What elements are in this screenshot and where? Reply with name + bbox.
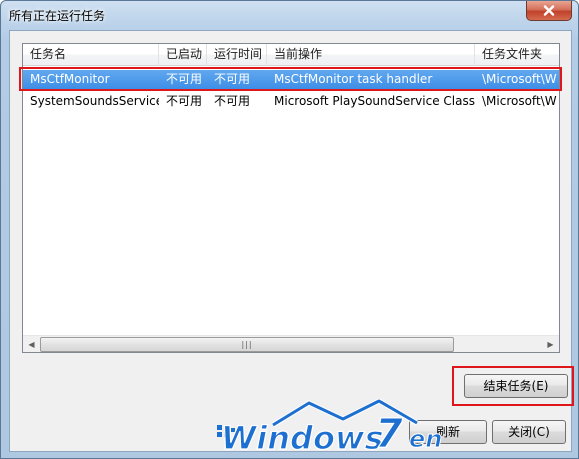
- running-tasks-list[interactable]: 任务名 已启动 运行时间 当前操作 任务文件夹 MsCtfMonitor 不可用…: [22, 43, 560, 353]
- column-header-started[interactable]: 已启动: [159, 44, 207, 66]
- cell-task-name: SystemSoundsService: [30, 94, 159, 108]
- dialog-window: 所有正在运行任务 任务名 已启动 运行时间 当前操作 任务文件夹 MsCtfMo…: [0, 0, 579, 459]
- logo-text: Windows: [221, 419, 384, 457]
- column-header-task-folder[interactable]: 任务文件夹: [475, 44, 559, 66]
- cell-current-action: MsCtfMonitor task handler: [274, 72, 433, 86]
- cell-started: 不可用: [166, 94, 203, 108]
- column-header-task-name[interactable]: 任务名: [23, 44, 159, 66]
- cell-task-folder: \Microsoft\W: [482, 72, 557, 86]
- windows7en-logo: Windows 7 en: [217, 399, 443, 457]
- scroll-left-arrow-icon[interactable]: ◀: [23, 336, 40, 352]
- table-row[interactable]: SystemSoundsService 不可用 不可用 Microsoft Pl…: [23, 92, 559, 112]
- scrollbar-grip-icon: |||: [241, 339, 253, 349]
- dialog-client-area: 任务名 已启动 运行时间 当前操作 任务文件夹 MsCtfMonitor 不可用…: [9, 30, 572, 452]
- cell-started: 不可用: [166, 72, 203, 86]
- logo-seven: 7: [375, 411, 403, 457]
- list-header: 任务名 已启动 运行时间 当前操作 任务文件夹: [23, 44, 559, 66]
- scroll-right-arrow-icon[interactable]: ▶: [542, 336, 559, 352]
- window-close-button[interactable]: [526, 1, 572, 21]
- logo-suffix: en: [409, 425, 442, 453]
- column-header-current-action[interactable]: 当前操作: [267, 44, 475, 66]
- end-task-button[interactable]: 结束任务(E): [464, 374, 568, 398]
- table-row[interactable]: MsCtfMonitor 不可用 不可用 MsCtfMonitor task h…: [23, 70, 559, 90]
- cell-task-name: MsCtfMonitor: [30, 72, 110, 86]
- window-title: 所有正在运行任务: [9, 9, 106, 23]
- cell-runtime: 不可用: [214, 72, 251, 86]
- column-header-runtime[interactable]: 运行时间: [207, 44, 267, 66]
- close-icon: [543, 5, 555, 16]
- cell-current-action: Microsoft PlaySoundService Class: [274, 94, 475, 108]
- cell-task-folder: \Microsoft\W: [482, 94, 557, 108]
- scrollbar-thumb[interactable]: |||: [40, 337, 454, 352]
- close-button[interactable]: 关闭(C): [492, 420, 566, 444]
- cell-runtime: 不可用: [214, 94, 251, 108]
- horizontal-scrollbar[interactable]: ◀ ||| ▶: [23, 335, 559, 352]
